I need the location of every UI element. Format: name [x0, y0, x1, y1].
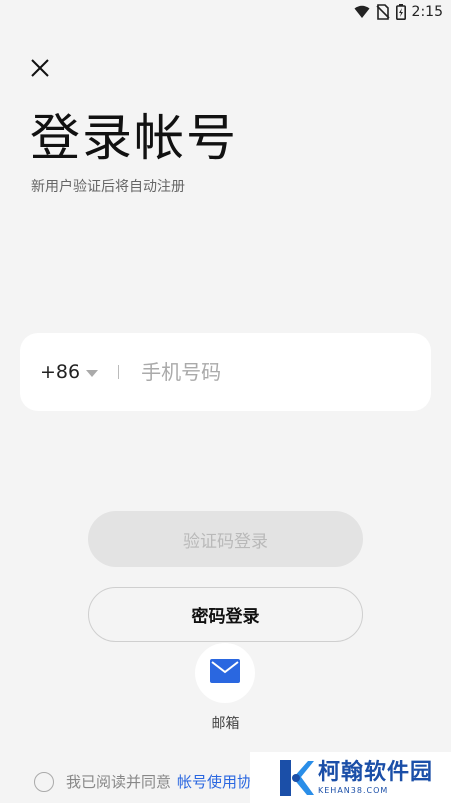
mail-icon — [210, 659, 240, 687]
password-login-button[interactable]: 密码登录 — [88, 587, 363, 642]
page-subtitle: 新用户验证后将自动注册 — [31, 179, 185, 195]
phone-input-card: +86 — [20, 333, 431, 411]
watermark: 柯翰软件园 KEHAN38.COM — [250, 752, 451, 803]
wifi-icon — [354, 5, 370, 19]
country-code-selector[interactable]: +86 — [40, 361, 99, 383]
email-label: 邮箱 — [211, 716, 240, 732]
phone-number-input[interactable] — [139, 359, 394, 385]
status-icons: 2:15 — [354, 4, 443, 20]
watermark-url: KEHAN38.COM — [318, 786, 389, 795]
watermark-name: 柯翰软件园 — [318, 760, 434, 785]
code-login-button[interactable]: 验证码登录 — [88, 511, 363, 567]
agreement-checkbox[interactable] — [34, 771, 54, 792]
agreement-row: 我已阅读并同意 帐号使用协 — [34, 771, 252, 792]
page-title: 登录帐号 — [30, 109, 238, 167]
email-login-button[interactable] — [195, 643, 255, 703]
chevron-down-icon — [86, 369, 99, 377]
agreement-text: 我已阅读并同意 — [66, 773, 172, 791]
country-code-value: +86 — [40, 361, 81, 383]
status-bar: 2:15 — [0, 0, 451, 26]
watermark-logo-icon — [280, 759, 314, 796]
close-icon — [30, 58, 50, 82]
battery-icon — [395, 4, 406, 20]
agreement-link[interactable]: 帐号使用协 — [177, 771, 252, 792]
close-button[interactable] — [28, 58, 52, 82]
no-sim-icon — [375, 4, 390, 20]
status-time: 2:15 — [411, 4, 443, 20]
divider — [118, 365, 120, 379]
